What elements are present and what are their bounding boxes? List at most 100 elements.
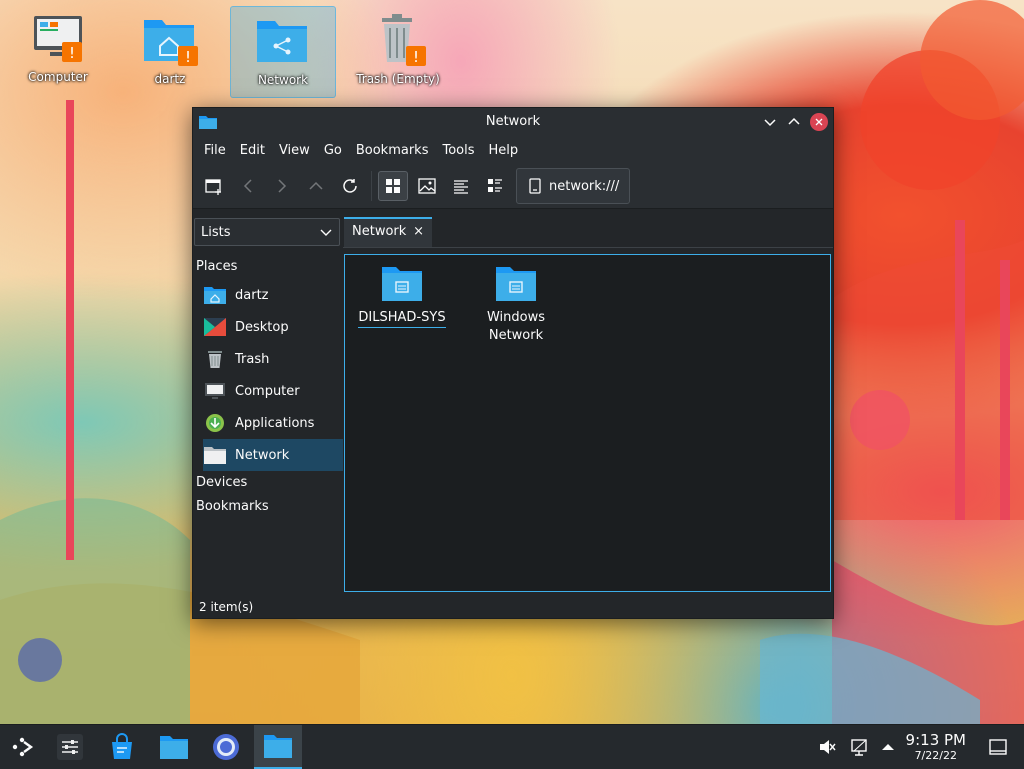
sidebar-item-trash[interactable]: Trash [203,343,343,375]
sidebar-item-applications[interactable]: Applications [203,407,343,439]
browser-icon [213,734,239,760]
file-view[interactable]: DILSHAD-SYS Windows Network [344,254,831,592]
folder-icon [264,735,292,758]
close-icon [815,118,823,126]
new-window-button[interactable] [199,171,229,201]
desktop-icon-dartz[interactable]: ! dartz [122,6,218,98]
tab-label: Network [352,224,407,239]
sidebar-item-label: Desktop [235,319,289,335]
minimize-button[interactable] [761,113,779,131]
task-settings[interactable] [48,725,92,769]
arrow-right-icon [278,179,287,193]
desktop-icon-trash[interactable]: ! Trash (Empty) [348,6,448,98]
desktop-icon-label: Computer [28,70,88,84]
forward-button[interactable] [267,171,297,201]
tab-bar: Network × [343,217,833,248]
back-button[interactable] [233,171,263,201]
app-launcher-button[interactable] [0,725,44,769]
network-share-folder-icon [496,267,536,301]
task-file-manager[interactable] [152,725,196,769]
applications-icon [206,414,224,432]
task-discover[interactable] [100,725,144,769]
digital-clock[interactable]: 9:13 PM 7/22/22 [906,731,966,762]
file-name-line1: Windows [486,310,546,325]
sidebar-item-network[interactable]: Network [203,439,343,471]
view-split-icon [488,179,502,192]
devices-header[interactable]: Devices [196,475,247,490]
icons-view-button[interactable] [378,171,408,201]
bookmarks-header[interactable]: Bookmarks [196,499,269,514]
file-item-windows-network[interactable]: Windows Network [461,263,571,345]
menu-bookmarks[interactable]: Bookmarks [349,143,436,158]
home-folder-icon [204,287,226,304]
places-header[interactable]: Places [196,259,237,274]
svg-text:!: ! [69,44,75,62]
desktop-icon-label: dartz [154,72,186,86]
maximize-button[interactable] [785,113,803,131]
sidebar-item-computer[interactable]: Computer [203,375,343,407]
menu-view[interactable]: View [272,143,317,158]
location-bar[interactable]: network:/// [516,168,631,204]
dolphin-window: Network File Edit View Go Bookmarks Tool… [192,107,834,619]
network-wired-icon[interactable] [850,738,870,756]
window-body: Lists Places dartz Desktop Trash Compute… [193,209,833,618]
sidebar-item-label: Applications [235,415,315,431]
places-panel: Lists Places dartz Desktop Trash Compute… [193,209,343,618]
menu-bar: File Edit View Go Bookmarks Tools Help [193,136,833,164]
arrow-left-icon [243,179,252,193]
details-view-button[interactable] [446,171,476,201]
status-bar: 2 item(s) [199,600,254,614]
tab-network[interactable]: Network × [344,217,432,247]
sidebar-item-label: Computer [235,383,300,399]
desktop-icon-label: Network [257,73,309,87]
window-title: Network [485,114,541,129]
preview-button[interactable] [412,171,442,201]
toolbar-separator [371,171,372,201]
location-path: network:/// [549,178,620,194]
network-share-folder-icon [382,267,422,301]
store-bag-icon [112,733,132,759]
image-icon [418,178,436,194]
title-bar[interactable]: Network [193,108,833,136]
arrow-up-icon [309,181,323,190]
sidebar-item-desktop[interactable]: Desktop [203,311,343,343]
new-window-icon [205,179,221,195]
folder-icon [160,736,188,759]
menu-edit[interactable]: Edit [233,143,272,158]
network-folder-icon [257,21,307,62]
clock-time: 9:13 PM [905,731,966,749]
show-desktop-icon[interactable] [989,739,1007,755]
taskbar: 9:13 PM 7/22/22 [0,724,1024,769]
trash-icon: ! [382,14,426,66]
computer-icon [205,383,225,399]
task-browser[interactable] [204,725,248,769]
chevron-up-icon[interactable] [880,738,896,756]
trash-icon [208,351,222,368]
svg-text:!: ! [413,48,419,66]
device-icon [529,178,541,194]
sidebar-item-dartz[interactable]: dartz [203,279,343,311]
up-button[interactable] [301,171,331,201]
menu-go[interactable]: Go [317,143,349,158]
reload-button[interactable] [335,171,365,201]
file-name-line2: Network [488,328,544,343]
view-icons-icon [386,179,400,193]
desktop-icon-network[interactable]: Network [230,6,336,98]
split-view-button[interactable] [480,171,510,201]
close-tab-icon[interactable]: × [413,224,424,239]
menu-help[interactable]: Help [482,143,526,158]
panel-select-value: Lists [201,225,231,240]
close-button[interactable] [810,113,828,131]
computer-icon: ! [34,16,82,62]
task-network-window[interactable] [254,725,302,769]
sidebar-item-label: dartz [235,287,269,303]
chevron-up-icon [788,117,800,125]
menu-file[interactable]: File [197,143,233,158]
desktop-icon-computer[interactable]: ! Computer [10,6,106,98]
desktop-icon [204,318,226,336]
menu-tools[interactable]: Tools [435,143,481,158]
panel-select[interactable]: Lists [194,218,340,246]
clock-date: 7/22/22 [914,749,957,762]
volume-muted-icon[interactable] [818,738,836,756]
file-item-dilshad-sys[interactable]: DILSHAD-SYS [347,263,457,328]
